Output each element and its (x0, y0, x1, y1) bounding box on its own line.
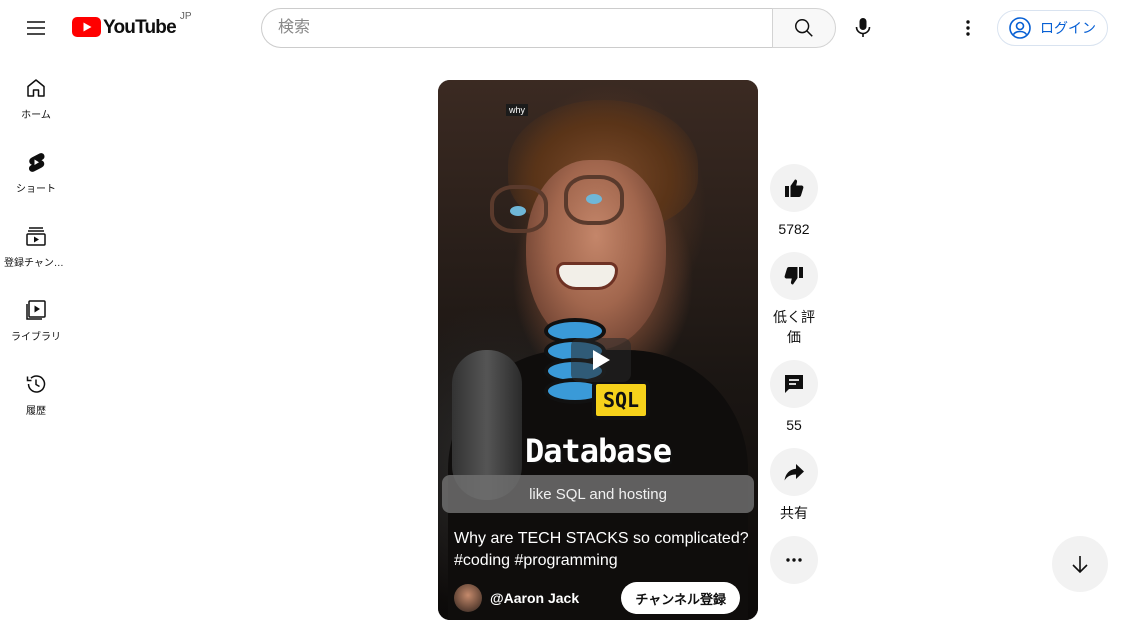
youtube-play-logo-icon (72, 17, 101, 37)
logo-region-code: JP (179, 11, 192, 22)
channel-avatar[interactable] (454, 584, 482, 612)
dislike-label: 低く評価 (773, 309, 815, 345)
sidebar-item-home[interactable]: ホーム (0, 56, 72, 130)
comment-count: 55 (786, 417, 802, 433)
sidebar-item-history[interactable]: 履歴 (0, 352, 72, 426)
video-subtitle: like SQL and hosting (442, 475, 754, 513)
channel-row: @Aaron Jack チャンネル登録 (454, 582, 754, 614)
search-input[interactable] (261, 8, 772, 48)
video-person-mouth (556, 262, 618, 290)
settings-more-button[interactable] (948, 8, 988, 48)
share-label: 共有 (780, 505, 808, 521)
subscribe-button[interactable]: チャンネル登録 (621, 582, 740, 614)
share-arrow-icon (784, 464, 804, 481)
sidebar-item-shorts[interactable]: ショート (0, 130, 72, 204)
voice-search-button[interactable] (843, 8, 883, 48)
play-button[interactable] (571, 338, 631, 382)
sidebar-item-label: ライブラリ (11, 332, 61, 343)
login-label: ログイン (1040, 20, 1096, 36)
history-icon (26, 375, 46, 393)
sidebar-item-label: ホーム (21, 110, 51, 121)
sidebar-item-label: ショート (16, 184, 56, 195)
logo-wordmark: YouTube (103, 17, 177, 38)
sidebar-item-label: 履歴 (26, 406, 46, 417)
share-button[interactable] (770, 448, 818, 496)
horizontal-dots-icon (786, 558, 802, 562)
library-icon (26, 300, 46, 320)
play-icon (593, 350, 610, 370)
video-overlay-title: Database (524, 432, 672, 470)
sql-badge: SQL (592, 380, 650, 420)
like-button[interactable] (770, 164, 818, 212)
vertical-dots-icon (966, 20, 970, 36)
account-circle-icon (1009, 17, 1031, 39)
thumbs-up-icon (785, 179, 804, 197)
masthead: YouTube JP ログイン (0, 0, 1124, 56)
search-box (261, 8, 836, 48)
next-short-button[interactable] (1052, 536, 1108, 592)
search-icon (795, 19, 813, 37)
guide-menu-button[interactable] (16, 8, 56, 48)
sidebar-item-label: 登録チャンネル (4, 258, 68, 269)
comment-button[interactable] (770, 360, 818, 408)
thumbs-down-icon (784, 267, 803, 285)
video-caption-tag: why (506, 104, 529, 116)
sidebar-item-library[interactable]: ライブラリ (0, 278, 72, 352)
subscriptions-icon (26, 227, 46, 246)
shorts-icon (29, 153, 45, 172)
sidebar-item-subscriptions[interactable]: 登録チャンネル (0, 204, 72, 278)
more-action (770, 536, 818, 584)
search-button[interactable] (772, 8, 836, 48)
like-count: 5782 (778, 221, 810, 237)
hamburger-icon (27, 21, 45, 35)
home-icon (27, 79, 45, 97)
comment-action: 55 (770, 360, 818, 435)
mini-guide: ホーム ショート 登録チャンネル ライブラリ 履歴 (0, 56, 72, 426)
shorts-actions: 5782 低く評価 55 共有 (770, 164, 818, 584)
share-action: 共有 (770, 448, 818, 523)
like-action: 5782 (770, 164, 818, 239)
microphone-icon (855, 18, 871, 37)
login-button[interactable]: ログイン (997, 10, 1108, 46)
short-title[interactable]: Why are TECH STACKS so complicated? #cod… (454, 528, 750, 572)
video-person-eye (586, 194, 602, 204)
dislike-button[interactable] (770, 252, 818, 300)
comment-icon (785, 375, 803, 393)
more-options-button[interactable] (770, 536, 818, 584)
dislike-action: 低く評価 (770, 252, 818, 347)
shorts-player[interactable]: why SQL Database like SQL and hosting Wh… (438, 80, 758, 620)
youtube-logo[interactable]: YouTube JP (72, 11, 192, 41)
arrow-down-icon (1072, 556, 1088, 574)
video-person-eye (510, 206, 526, 216)
channel-name[interactable]: @Aaron Jack (490, 590, 579, 606)
